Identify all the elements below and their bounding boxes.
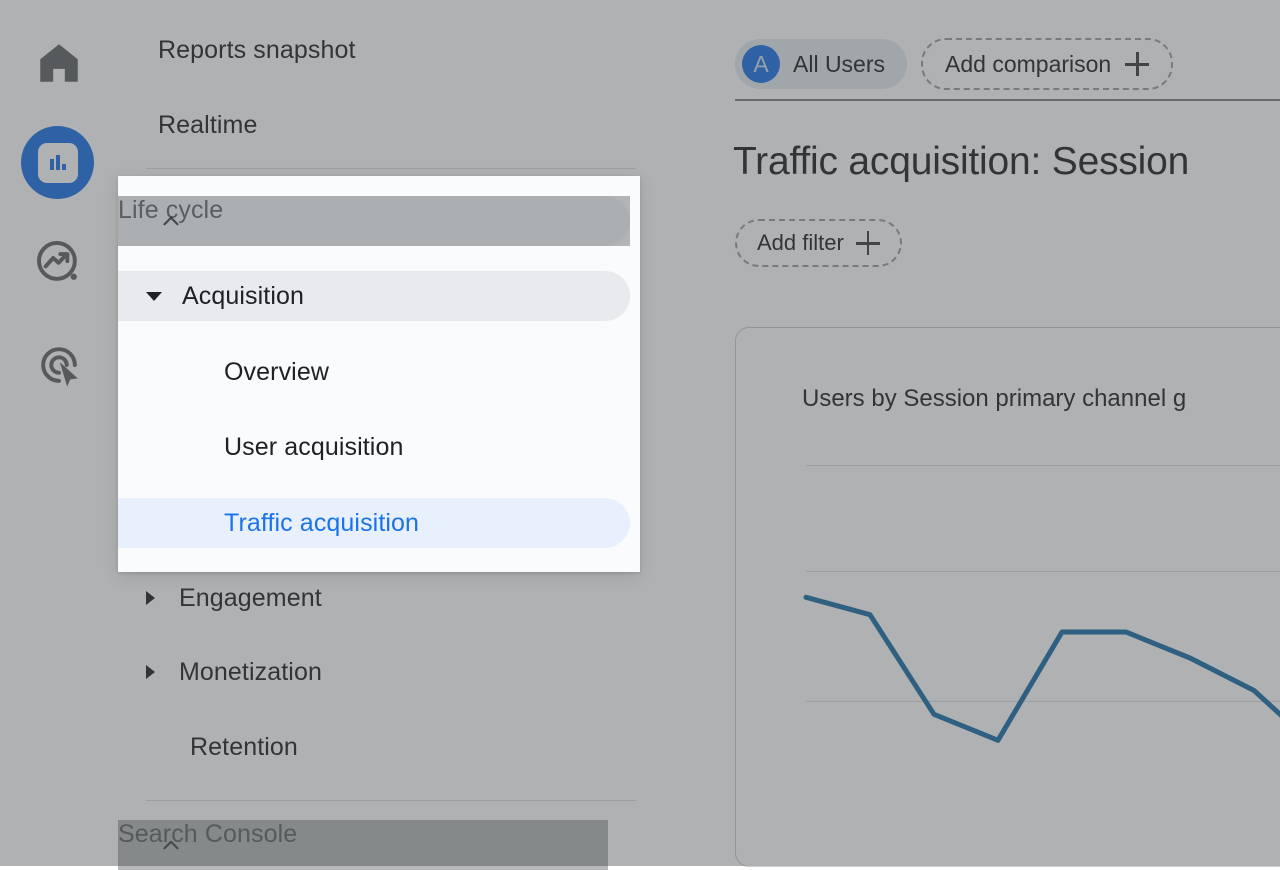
panel-item-label: Traffic acquisition (224, 509, 419, 538)
comparison-bar: A All Users Add comparison (735, 38, 1173, 90)
nav-item-label: Retention (190, 733, 298, 762)
nav-item-realtime[interactable]: Realtime (118, 100, 608, 150)
add-comparison-button[interactable]: Add comparison (921, 38, 1173, 90)
nav-item-label: Reports snapshot (158, 36, 356, 65)
avatar: A (742, 45, 780, 83)
nav-item-label: Monetization (179, 658, 322, 687)
nav-divider-bottom (146, 800, 636, 801)
advertising-icon[interactable] (24, 330, 94, 400)
chart-card: Users by Session primary channel g (735, 327, 1280, 867)
triangle-right-icon (146, 591, 155, 605)
panel-item-label: Overview (224, 358, 329, 387)
plus-icon (856, 231, 880, 255)
header-divider (735, 99, 1280, 101)
page-title: Traffic acquisition: Session (733, 140, 1189, 184)
highlighted-nav-panel: Life cycle Acquisition Overview User acq… (118, 176, 640, 572)
panel-item-traffic-acquisition[interactable]: Traffic acquisition (118, 498, 630, 548)
nav-divider-top (146, 168, 636, 169)
chevron-up-icon (158, 832, 184, 858)
add-comparison-label: Add comparison (945, 51, 1111, 78)
panel-content: Life cycle Acquisition Overview User acq… (118, 176, 640, 572)
main-content: A All Users Add comparison Traffic acqui… (640, 0, 1280, 866)
add-filter-button[interactable]: Add filter (735, 219, 902, 267)
nav-section-search-console[interactable]: Search Console (118, 820, 608, 870)
bar-chart-glyph (38, 143, 78, 183)
nav-item-retention[interactable]: Retention (118, 722, 608, 772)
nav-item-engagement[interactable]: Engagement (118, 573, 608, 623)
icon-rail (0, 0, 118, 866)
panel-item-user-acquisition[interactable]: User acquisition (118, 422, 630, 472)
audience-chip-all-users[interactable]: A All Users (735, 39, 907, 89)
panel-section-life-cycle[interactable]: Life cycle (118, 196, 630, 246)
chevron-up-icon (158, 208, 184, 234)
screen-root: Reports snapshot Realtime Life cycle Acq… (0, 0, 1280, 866)
nav-item-monetization[interactable]: Monetization (118, 647, 608, 697)
panel-item-acquisition[interactable]: Acquisition (118, 271, 630, 321)
triangle-right-icon (146, 665, 155, 679)
plus-icon (1125, 52, 1149, 76)
nav-section-label: Search Console (118, 820, 608, 870)
home-icon[interactable] (24, 28, 94, 98)
explore-icon[interactable] (24, 228, 94, 298)
nav-item-reports-snapshot[interactable]: Reports snapshot (118, 25, 608, 75)
nav-item-label: Realtime (158, 111, 257, 140)
panel-item-label: User acquisition (224, 433, 403, 462)
line-chart (736, 328, 1280, 868)
audience-chip-label: All Users (793, 51, 885, 78)
panel-section-label: Life cycle (118, 196, 630, 246)
panel-item-label: Acquisition (182, 282, 304, 311)
triangle-down-icon (146, 292, 162, 301)
add-filter-label: Add filter (757, 230, 844, 256)
nav-item-label: Engagement (179, 584, 322, 613)
reports-icon[interactable] (21, 126, 94, 199)
panel-item-overview[interactable]: Overview (118, 347, 630, 397)
